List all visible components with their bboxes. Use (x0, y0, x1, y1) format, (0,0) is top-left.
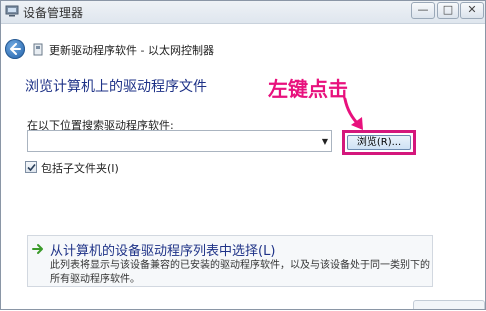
cancel-button-edge[interactable] (413, 300, 485, 309)
checkmark-icon (27, 163, 36, 172)
dialog-window: 设备管理器 — □ ✕ 更新驱动程序软件 - 以太网控制器 浏览计算机上的驱动程… (0, 0, 486, 310)
pick-from-list-option[interactable]: 从计算机的设备驱动程序列表中选择(L) 此列表将显示与该设备兼容的已安装的驱动程… (27, 235, 433, 287)
pick-option-title[interactable]: 从计算机的设备驱动程序列表中选择(L) (50, 240, 275, 259)
green-arrow-icon (32, 244, 43, 254)
pick-option-description: 此列表将显示与该设备兼容的已安装的驱动程序软件，以及与该设备处于同一类别下的所有… (50, 260, 430, 285)
include-subfolders-label: 包括子文件夹(I) (41, 162, 119, 175)
include-subfolders-checkbox[interactable] (25, 161, 37, 173)
